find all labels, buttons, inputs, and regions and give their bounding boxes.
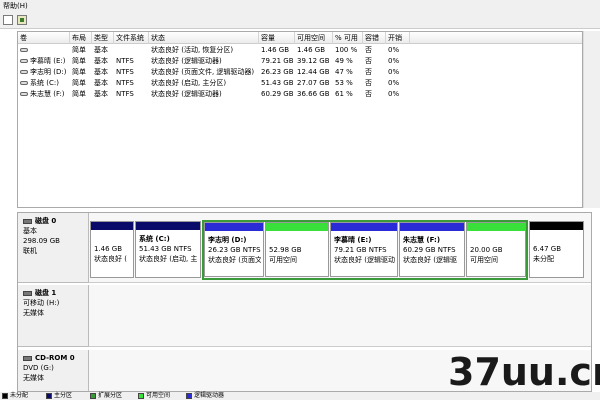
legend-item: 扩展分区 bbox=[90, 392, 122, 400]
removable-disk-icon bbox=[23, 290, 32, 296]
table-row[interactable]: 简单 基本 状态良好 (活动, 恢复分区) 1.46 GB 1.46 GB 10… bbox=[18, 45, 582, 56]
legend-swatch bbox=[186, 392, 192, 399]
col-layout[interactable]: 布局 bbox=[70, 32, 92, 44]
table-row[interactable]: 系统 (C:) 简单 基本 NTFS 状态良好 (启动, 主分区) 51.43 … bbox=[18, 78, 582, 89]
volume-icon bbox=[20, 92, 28, 96]
partition-bar bbox=[400, 223, 464, 231]
volume-list: 卷 布局 类型 文件系统 状态 容量 可用空间 % 可用 容错 开销 简单 基本… bbox=[17, 31, 583, 208]
col-overhead[interactable]: 开销 bbox=[386, 32, 410, 44]
col-free-space[interactable]: 可用空间 bbox=[295, 32, 333, 44]
col-volume[interactable]: 卷 bbox=[18, 32, 70, 44]
partition-bar bbox=[331, 223, 397, 231]
table-row[interactable]: 李慕晴 (E:) 简单 基本 NTFS 状态良好 (逻辑驱动器) 79.21 G… bbox=[18, 56, 582, 67]
col-status[interactable]: 状态 bbox=[149, 32, 259, 44]
disk-0-partitions: 1.46 GB 状态良好 ( 系统 (C:) 51.43 GB NTFS 状态良好 (… bbox=[89, 213, 591, 283]
cdrom-0-label[interactable]: CD-ROM 0 DVD (G:) 无媒体 bbox=[18, 350, 89, 391]
table-row[interactable]: 李志明 (D:) 简单 基本 NTFS 状态良好 (页面文件, 逻辑驱动器) 2… bbox=[18, 67, 582, 78]
partition-unallocated[interactable]: 6.47 GB 未分配 bbox=[529, 221, 584, 278]
legend-swatch bbox=[46, 392, 52, 399]
partition-d[interactable]: 李志明 (D:) 26.23 GB NTFS 状态良好 (页面文 bbox=[204, 222, 264, 277]
document-icon[interactable] bbox=[3, 15, 13, 25]
partition-bar bbox=[91, 222, 133, 230]
properties-icon[interactable] bbox=[17, 15, 27, 25]
disk-icon bbox=[23, 218, 32, 224]
volume-list-header: 卷 布局 类型 文件系统 状态 容量 可用空间 % 可用 容错 开销 bbox=[18, 32, 582, 44]
partition-f[interactable]: 朱志慧 (F:) 60.29 GB NTFS 状态良好 (逻辑驱 bbox=[399, 222, 465, 277]
partition-bar bbox=[205, 223, 263, 231]
partition-free-2[interactable]: 20.00 GB 可用空间 bbox=[466, 222, 526, 277]
col-percent-free[interactable]: % 可用 bbox=[333, 32, 363, 44]
col-fault-tolerance[interactable]: 容错 bbox=[363, 32, 386, 44]
volume-icon bbox=[20, 70, 28, 74]
partition-bar bbox=[467, 223, 525, 231]
disk-1-partitions bbox=[89, 285, 591, 347]
partition-free-1[interactable]: 52.98 GB 可用空间 bbox=[265, 222, 329, 277]
cdrom-icon bbox=[23, 355, 32, 361]
partition-recovery[interactable]: 1.46 GB 状态良好 ( bbox=[90, 221, 134, 278]
legend-swatch bbox=[90, 392, 96, 399]
partition-c[interactable]: 系统 (C:) 51.43 GB NTFS 状态良好 (启动, 主 bbox=[135, 221, 201, 278]
partition-bar bbox=[136, 222, 200, 230]
col-capacity[interactable]: 容量 bbox=[259, 32, 295, 44]
partition-bar bbox=[530, 222, 583, 230]
partition-bar bbox=[266, 223, 328, 231]
legend-swatch bbox=[138, 392, 144, 399]
col-filesystem[interactable]: 文件系统 bbox=[114, 32, 149, 44]
legend-item: 逻辑驱动器 bbox=[186, 392, 224, 400]
partition-e[interactable]: 李慕晴 (E:) 79.21 GB NTFS 状态良好 (逻辑驱动 bbox=[330, 222, 398, 277]
volume-icon bbox=[20, 59, 28, 63]
disk-0-label[interactable]: 磁盘 0 基本 298.09 GB 联机 bbox=[18, 213, 89, 283]
legend-item: 可用空间 bbox=[138, 392, 170, 400]
toolbar bbox=[0, 12, 600, 29]
menu-bar: 帮助(H) bbox=[0, 0, 600, 12]
legend-item: 主分区 bbox=[46, 392, 72, 400]
volume-icon bbox=[20, 81, 28, 85]
disk-1-label[interactable]: 磁盘 1 可移动 (H:) 无媒体 bbox=[18, 285, 89, 347]
col-type[interactable]: 类型 bbox=[92, 32, 114, 44]
menu-help[interactable]: 帮助(H) bbox=[3, 2, 28, 10]
legend-item: 未分配 bbox=[2, 392, 28, 400]
volume-icon bbox=[20, 48, 28, 52]
site-watermark: 37uu.cn bbox=[448, 350, 600, 394]
table-row[interactable]: 朱志慧 (F:) 简单 基本 NTFS 状态良好 (逻辑驱动器) 60.29 G… bbox=[18, 89, 582, 100]
vertical-scrollbar[interactable] bbox=[583, 31, 600, 208]
legend-swatch bbox=[2, 392, 8, 399]
